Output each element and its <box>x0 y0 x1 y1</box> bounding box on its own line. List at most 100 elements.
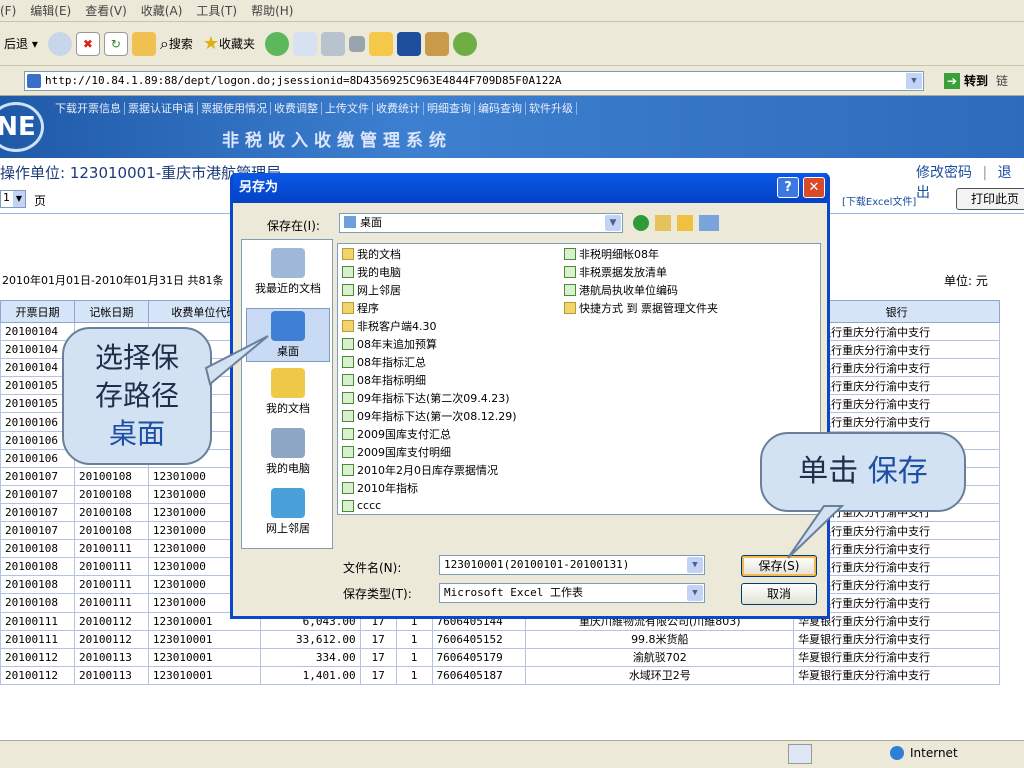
go-label: 转到 <box>964 74 989 88</box>
print-icon[interactable] <box>321 31 345 56</box>
menu-item[interactable]: (F) <box>0 4 16 18</box>
search-button[interactable]: ⌕ 搜索 <box>160 34 193 54</box>
back-icon[interactable] <box>633 215 649 231</box>
chevron-down-icon: ▼ <box>605 215 621 231</box>
refresh-icon[interactable]: ↻ <box>103 31 128 56</box>
save-in-value: 桌面 <box>360 216 382 229</box>
file-icon <box>342 301 354 314</box>
table-cell: 20100108 <box>0 539 75 559</box>
go-button[interactable]: ➔ 转到 <box>944 72 988 89</box>
nav-link[interactable]: 下载开票信息 <box>52 102 125 115</box>
new-folder-icon[interactable] <box>677 215 693 231</box>
file-item[interactable]: 2010年2月0日库存票据情况 <box>342 462 498 477</box>
table-cell: 20100104 <box>0 321 75 342</box>
print-button[interactable]: 打印此页 <box>956 188 1024 210</box>
table-cell: 20100111 <box>73 557 149 577</box>
status-bar: Internet <box>0 740 1024 768</box>
file-item[interactable]: cccc <box>342 498 381 513</box>
up-folder-icon[interactable] <box>655 215 671 231</box>
stop-icon[interactable]: ✖ <box>75 31 100 56</box>
back-button[interactable]: 后退 ▾ <box>4 35 38 52</box>
file-icon <box>564 301 576 314</box>
download-excel-link[interactable]: [下载Excel文件] <box>842 193 916 208</box>
forward-icon[interactable] <box>47 31 72 56</box>
research-icon[interactable] <box>425 31 449 56</box>
home-icon[interactable] <box>131 31 156 56</box>
table-cell: 20100113 <box>73 647 149 667</box>
table-cell: 20100108 <box>73 502 149 523</box>
file-item[interactable]: 09年指标下达(第一次08.12.29) <box>342 408 517 423</box>
close-icon[interactable]: ✕ <box>803 177 825 198</box>
help-icon[interactable]: ? <box>777 177 799 198</box>
nav-link[interactable]: 明细查询 <box>424 102 475 115</box>
table-cell: 20100107 <box>0 502 75 523</box>
butterfly-icon[interactable] <box>453 31 477 56</box>
file-item[interactable]: 快捷方式 到 票据管理文件夹 <box>564 300 718 315</box>
table-cell: 20100107 <box>0 466 75 486</box>
chevron-down-icon: ▼ <box>687 557 703 573</box>
zone-label: Internet <box>910 746 958 760</box>
place-item[interactable]: 我的电脑 <box>246 428 330 476</box>
change-password-link[interactable]: 修改密码 <box>916 165 972 181</box>
nav-link[interactable]: 上传文件 <box>322 102 373 115</box>
mail-icon[interactable] <box>293 31 317 56</box>
file-item[interactable]: 08年指标汇总 <box>342 354 426 369</box>
file-item[interactable]: 2009国库支付明细 <box>342 444 451 459</box>
filename-value: 123010001(20100101-20100131) <box>444 558 630 571</box>
table-cell: 1 <box>395 629 433 649</box>
table-cell: 20100108 <box>0 593 75 613</box>
page-icon <box>27 73 41 88</box>
file-item[interactable]: 港航局执收单位编码 <box>564 282 678 297</box>
callout-line: 存路径 <box>94 379 179 412</box>
menu-item[interactable]: 编辑(E) <box>30 2 71 19</box>
nav-link[interactable]: 软件升级 <box>526 102 577 115</box>
file-item[interactable]: 2010年指标 <box>342 480 418 495</box>
nav-link[interactable]: 票据使用情况 <box>198 102 271 115</box>
file-item[interactable]: 非税票据发放清单 <box>564 264 667 279</box>
file-item[interactable]: 非税明细帐08年 <box>564 246 659 261</box>
table-cell: 渝航驳702 <box>525 647 795 667</box>
file-item[interactable]: 非税客户端4.30 <box>342 318 437 333</box>
save-in-select[interactable]: 桌面 ▼ <box>339 213 623 233</box>
place-item[interactable]: 网上邻居 <box>246 488 330 536</box>
file-item[interactable]: 我的电脑 <box>342 264 401 279</box>
links-label[interactable]: 链 <box>996 72 1008 89</box>
file-item[interactable]: 程序 <box>342 300 379 315</box>
menu-item[interactable]: 收藏(A) <box>141 2 183 19</box>
address-input[interactable]: http://10.84.1.89:88/dept/logon.do;jsess… <box>24 70 924 91</box>
filename-input[interactable]: 123010001(20100101-20100131) ▼ <box>439 555 705 575</box>
menu-item[interactable]: 查看(V) <box>85 2 127 19</box>
filetype-select[interactable]: Microsoft Excel 工作表 ▼ <box>439 583 705 603</box>
messenger-icon[interactable] <box>397 31 421 56</box>
table-cell: 20100108 <box>73 484 149 504</box>
file-name: 2009国库支付汇总 <box>357 427 451 441</box>
callout-prefix: 单击 <box>798 454 859 489</box>
menu-item[interactable]: 帮助(H) <box>251 2 293 19</box>
file-item[interactable]: 08年末追加预算 <box>342 336 437 351</box>
history-icon[interactable] <box>265 31 289 56</box>
menu-item[interactable]: 工具(T) <box>196 2 237 19</box>
nav-link[interactable]: 票据认证申请 <box>125 102 198 115</box>
chevron-down-icon[interactable]: ▼ <box>906 72 922 89</box>
file-name: 非税明细帐08年 <box>579 247 659 261</box>
place-item[interactable]: 我最近的文档 <box>246 248 330 296</box>
table-cell: 123010001 <box>147 665 261 685</box>
page-select[interactable]: 1 ▼ <box>0 190 26 208</box>
nav-link[interactable]: 编码查询 <box>475 102 526 115</box>
file-name: 08年末追加预算 <box>357 337 437 351</box>
file-item[interactable]: 09年指标下达(第二次09.4.23) <box>342 390 510 405</box>
file-item[interactable]: 2009国库支付汇总 <box>342 426 451 441</box>
nav-link[interactable]: 收费调整 <box>271 102 322 115</box>
folder-icon[interactable] <box>369 31 393 56</box>
unit-label: 单位: 元 <box>944 274 988 288</box>
table-cell: 99.8米货船 <box>525 629 795 649</box>
file-item[interactable]: 网上邻居 <box>342 282 401 297</box>
edit-icon[interactable] <box>349 35 365 52</box>
cancel-button[interactable]: 取消 <box>741 583 817 605</box>
favorites-button[interactable]: ★ 收藏夹 <box>203 33 255 54</box>
place-icon <box>271 488 305 518</box>
file-item[interactable]: 08年指标明细 <box>342 372 426 387</box>
nav-link[interactable]: 收费统计 <box>373 102 424 115</box>
views-menu-icon[interactable] <box>699 215 719 231</box>
file-item[interactable]: 我的文档 <box>342 246 401 261</box>
